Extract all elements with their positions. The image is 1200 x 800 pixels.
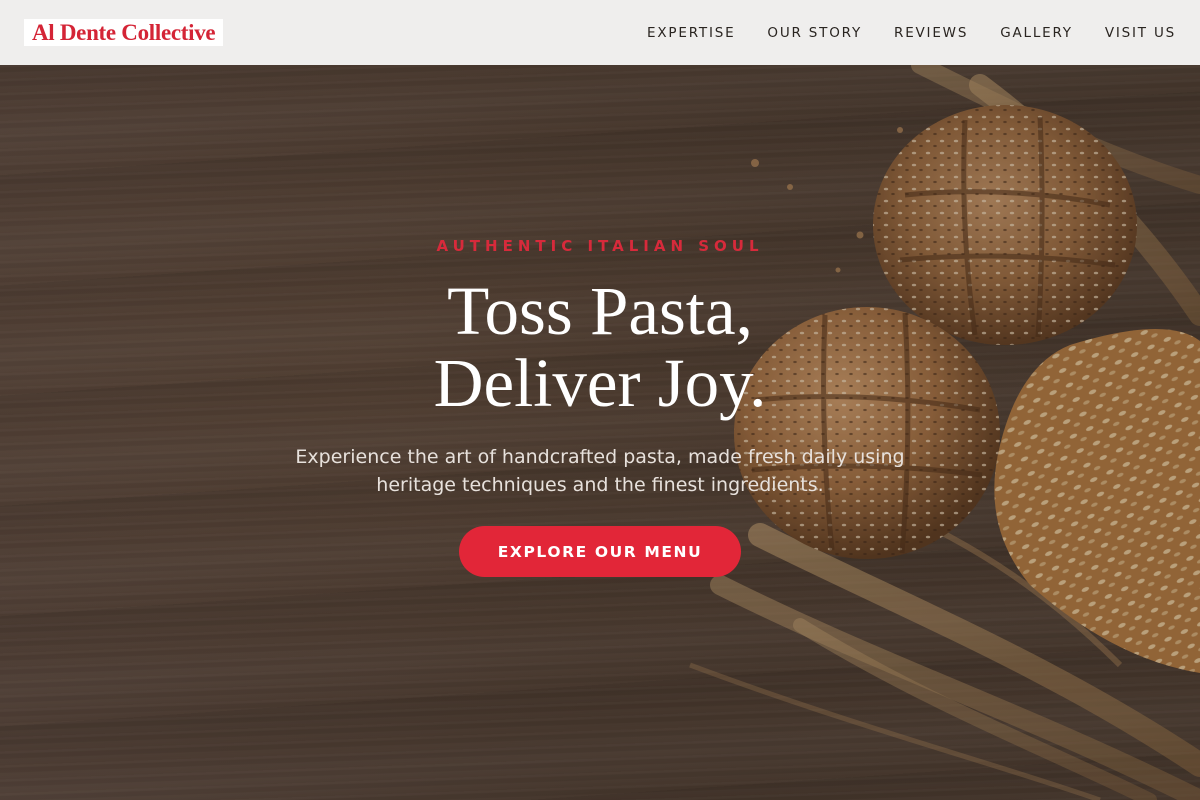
nav-link-expertise[interactable]: EXPERTISE <box>647 25 735 41</box>
hero-headline-line-1: Toss Pasta, <box>447 273 753 349</box>
hero-content: AUTHENTIC ITALIAN SOUL Toss Pasta, Deliv… <box>0 65 1200 800</box>
hero-section: AUTHENTIC ITALIAN SOUL Toss Pasta, Deliv… <box>0 65 1200 800</box>
nav-link-our-story[interactable]: OUR STORY <box>767 25 862 41</box>
hero-subtext-line-1: Experience the art of handcrafted pasta,… <box>295 446 905 468</box>
hero-headline-line-2: Deliver Joy. <box>433 345 767 421</box>
hero-subtext: Experience the art of handcrafted pasta,… <box>270 443 930 499</box>
hero-subtext-line-2: heritage techniques and the finest ingre… <box>376 474 824 496</box>
hero-eyebrow: AUTHENTIC ITALIAN SOUL <box>436 237 764 255</box>
main-nav: EXPERTISE OUR STORY REVIEWS GALLERY VISI… <box>647 25 1176 41</box>
site-logo[interactable]: Al Dente Collective <box>24 19 224 46</box>
nav-link-reviews[interactable]: REVIEWS <box>894 25 968 41</box>
nav-link-gallery[interactable]: GALLERY <box>1000 25 1073 41</box>
nav-link-visit-us[interactable]: VISIT US <box>1105 25 1176 41</box>
explore-menu-button[interactable]: EXPLORE OUR MENU <box>459 526 741 577</box>
site-header: Al Dente Collective EXPERTISE OUR STORY … <box>0 0 1200 65</box>
hero-headline: Toss Pasta, Deliver Joy. <box>0 275 1200 419</box>
